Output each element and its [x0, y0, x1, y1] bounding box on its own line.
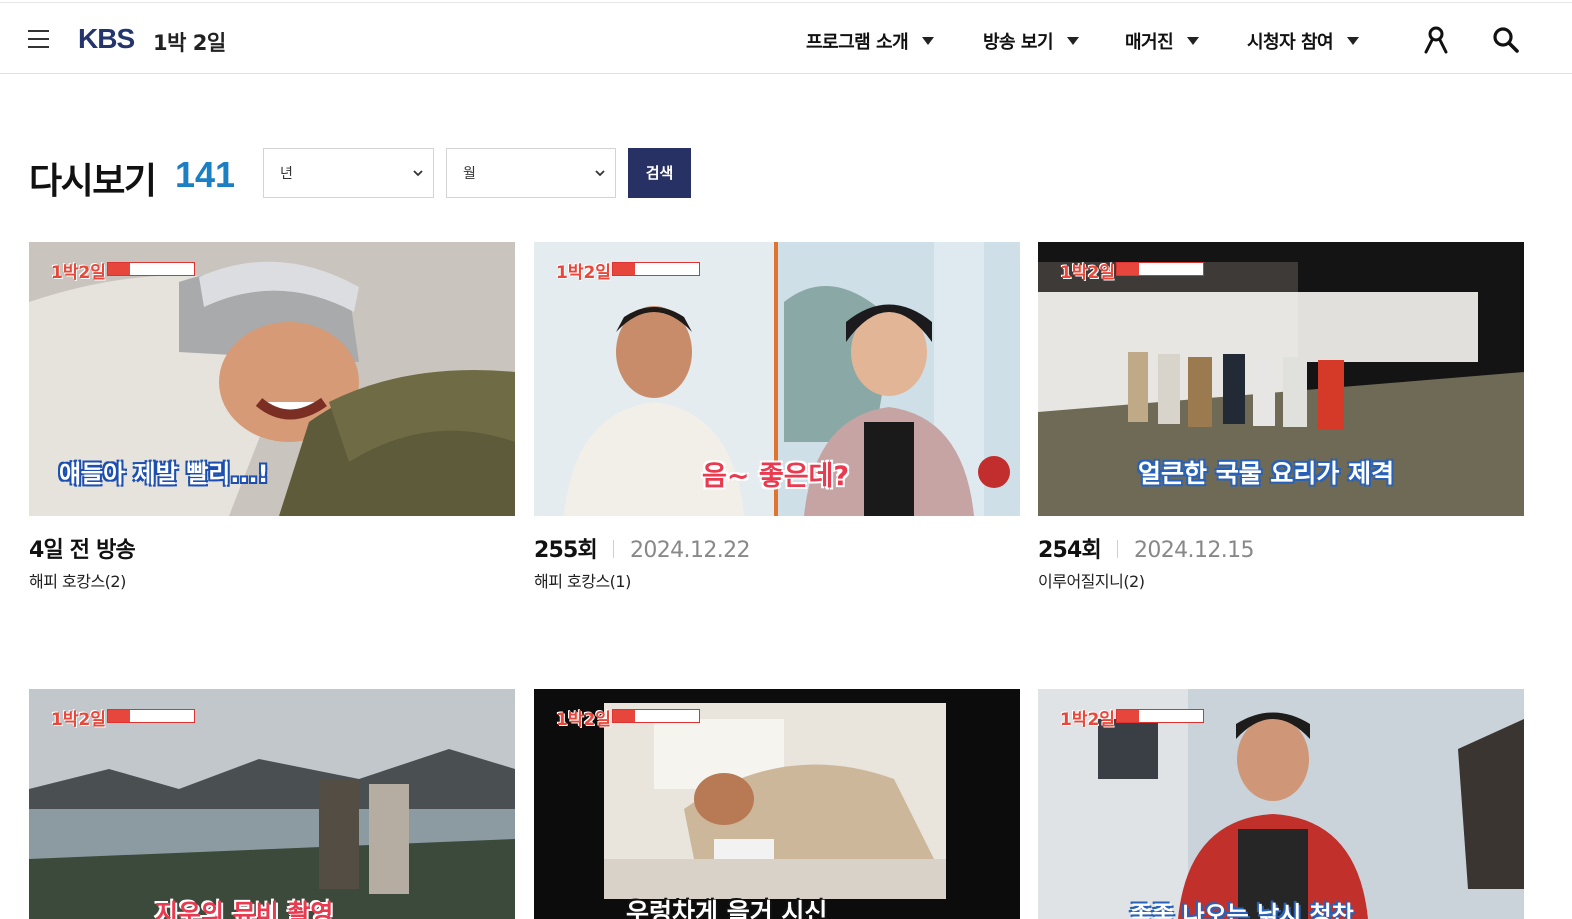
month-select[interactable]: 월 — [446, 148, 616, 198]
chevron-down-icon — [595, 170, 605, 177]
episode-thumbnail[interactable]: 1박2일 얼큰한 국물 요리가 제격 — [1038, 242, 1524, 516]
episode-number: 255회 — [534, 538, 598, 563]
episode-card: 1박2일 지우의 뮤비 촬영 — [29, 689, 515, 919]
nav-program-intro[interactable]: 프로그램 소개 — [806, 28, 935, 54]
episode-meta: 255회 2024.12.22 — [534, 532, 751, 564]
program-logo: 1박2일 — [1060, 263, 1115, 283]
caption-badge — [612, 262, 700, 276]
user-icon[interactable] — [1422, 25, 1452, 55]
caret-down-icon — [1187, 37, 1200, 45]
episode-meta: 254회 2024.12.15 — [1038, 532, 1255, 564]
nav-label: 매거진 — [1125, 32, 1174, 53]
program-logo: 1박2일 — [556, 710, 611, 730]
program-name[interactable]: 1박 2일 — [153, 27, 226, 57]
page-title: 다시보기 — [29, 161, 157, 202]
meta-divider — [612, 540, 614, 558]
episode-card: 1박2일 얘들아 제발 빨리...! 4일 전 방송 해피 호캉스(2) — [29, 242, 515, 591]
episode-meta: 4일 전 방송 — [29, 532, 136, 564]
episode-card: 1박2일 얼큰한 국물 요리가 제격 254회 2024.12.15 이루어질지니… — [1038, 242, 1524, 591]
nav-label: 방송 보기 — [983, 32, 1054, 53]
chevron-down-icon — [413, 170, 423, 177]
caption-badge — [1116, 709, 1204, 723]
episode-subtitle[interactable]: 해피 호캉스(1) — [534, 568, 631, 592]
episode-thumbnail[interactable]: 1박2일 얘들아 제발 빨리...! — [29, 242, 515, 516]
meta-divider — [1116, 540, 1118, 558]
episode-card: 1박2일 음~ 좋은데? 255회 2024.12.22 해피 호캉스(1) — [534, 242, 1020, 591]
episode-number: 4일 전 방송 — [29, 538, 136, 563]
episode-date: 2024.12.15 — [1133, 538, 1255, 563]
episode-thumbnail[interactable]: 1박2일 우렁차게 을거 시신 — [534, 689, 1020, 919]
year-select[interactable]: 년 — [263, 148, 434, 198]
thumbnail-caption: 우렁차게 을거 시신 — [626, 898, 828, 919]
program-logo: 1박2일 — [556, 263, 611, 283]
caret-down-icon — [1067, 37, 1080, 45]
search-icon[interactable] — [1491, 25, 1521, 55]
thumbnail-caption: 지우의 뮤비 촬영 — [155, 899, 334, 919]
episode-thumbnail[interactable]: 1박2일 지우의 뮤비 촬영 — [29, 689, 515, 919]
caption-badge — [107, 262, 195, 276]
kbs-logo[interactable]: KBS — [78, 23, 135, 55]
episode-card: 1박2일 우렁차게 을거 시신 — [534, 689, 1020, 919]
caption-badge — [1116, 262, 1204, 276]
thumbnail-caption: 얘들아 제발 빨리...! — [59, 460, 269, 488]
caption-badge — [612, 709, 700, 723]
nav-viewer-participation[interactable]: 시청자 참여 — [1247, 28, 1360, 54]
episode-thumbnail[interactable]: 1박2일 좋좋 나오는 낚시 청찬 — [1038, 689, 1524, 919]
episode-number: 254회 — [1038, 538, 1102, 563]
search-button[interactable]: 검색 — [628, 148, 691, 198]
caption-badge — [107, 709, 195, 723]
caret-down-icon — [922, 37, 935, 45]
caret-down-icon — [1347, 37, 1360, 45]
thumbnail-caption: 얼큰한 국물 요리가 제격 — [1138, 459, 1395, 488]
episode-subtitle[interactable]: 해피 호캉스(2) — [29, 568, 126, 592]
thumbnail-caption: 좋좋 나오는 낚시 청찬 — [1130, 901, 1354, 919]
month-select-value: 월 — [463, 166, 476, 182]
program-logo: 1박2일 — [1060, 710, 1115, 730]
year-select-value: 년 — [280, 166, 293, 182]
nav-magazine[interactable]: 매거진 — [1125, 28, 1200, 54]
program-logo: 1박2일 — [51, 710, 106, 730]
thumbnail-caption: 음~ 좋은데? — [702, 461, 850, 492]
nav-watch[interactable]: 방송 보기 — [983, 28, 1080, 54]
nav-label: 시청자 참여 — [1247, 32, 1334, 53]
episode-date: 2024.12.22 — [629, 538, 751, 563]
program-logo: 1박2일 — [51, 263, 106, 283]
episode-count: 141 — [175, 154, 236, 195]
site-header: KBS 1박 2일 프로그램 소개 방송 보기 매거진 시청자 참여 — [0, 2, 1572, 74]
menu-icon[interactable] — [28, 27, 50, 49]
episode-thumbnail[interactable]: 1박2일 음~ 좋은데? — [534, 242, 1020, 516]
episode-subtitle[interactable]: 이루어질지니(2) — [1038, 568, 1145, 592]
nav-label: 프로그램 소개 — [806, 32, 909, 53]
episode-card: 1박2일 좋좋 나오는 낚시 청찬 — [1038, 689, 1524, 919]
